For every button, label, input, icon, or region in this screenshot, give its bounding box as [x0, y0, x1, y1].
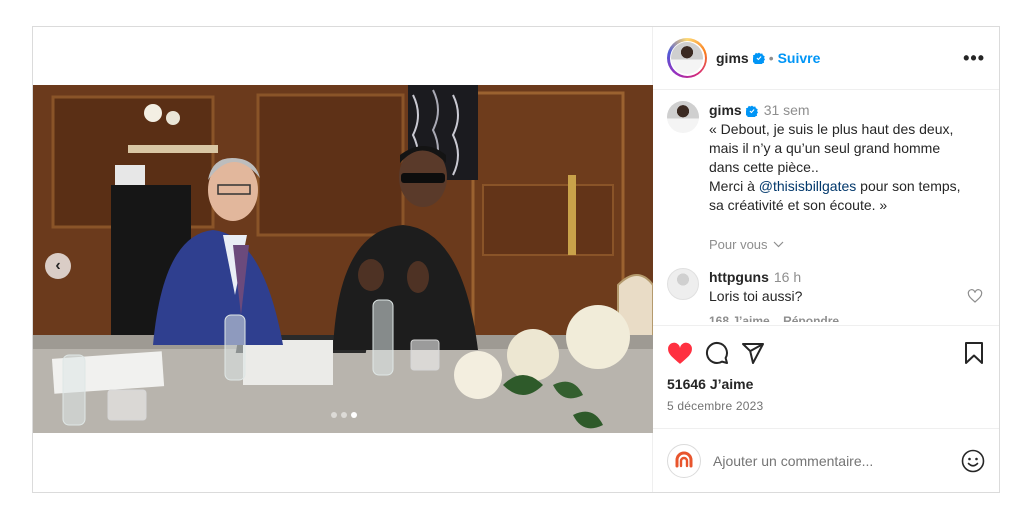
carousel-dot: [341, 412, 347, 418]
carousel-dots: [331, 412, 357, 418]
comment-reply-button[interactable]: Répondre: [783, 314, 839, 322]
separator-dot: •: [768, 50, 774, 66]
caption-text-line: Merci à @thisisbillgates pour son temps,: [709, 177, 961, 196]
caption-text-line: « Debout, je suis le plus haut des deux,: [709, 121, 954, 137]
post-card: ‹ gims • Suivre ••• gims 31 sem « Debout…: [32, 26, 1000, 493]
verified-badge-icon: [752, 52, 765, 64]
caption-suffix: pour son temps,: [860, 178, 961, 194]
heart-icon[interactable]: [667, 341, 693, 365]
caption-prefix: Merci à: [709, 178, 759, 194]
caption-username[interactable]: gims: [709, 101, 742, 120]
caption: gims 31 sem « Debout, je suis le plus ha…: [667, 101, 985, 215]
author-username[interactable]: gims: [716, 50, 749, 66]
comment-meta: 168 J’aime Répondre: [709, 312, 849, 322]
follow-button[interactable]: Suivre: [778, 50, 821, 66]
mention-link[interactable]: @thisisbillgates: [759, 178, 856, 194]
chevron-down-icon: [773, 241, 783, 248]
user-logo-icon: [672, 448, 696, 473]
carousel-dot-active: [351, 412, 357, 418]
post-media: ‹: [33, 27, 653, 492]
caption-text-line: dans cette pièce..: [709, 159, 819, 175]
add-comment-bar: [653, 428, 999, 492]
caption-avatar[interactable]: [667, 101, 699, 133]
post-side-panel: gims • Suivre ••• gims 31 sem « Debout, …: [653, 27, 999, 492]
caption-time[interactable]: 31 sem: [764, 101, 810, 120]
caption-text-line: sa créativité et son écoute. »: [709, 197, 888, 213]
post-date[interactable]: 5 décembre 2023: [667, 399, 985, 413]
comment-likes[interactable]: 168 J’aime: [709, 314, 770, 322]
post-photo[interactable]: [33, 85, 653, 433]
see-translation-label: Pour vous: [709, 237, 768, 252]
add-comment-input[interactable]: [713, 452, 961, 469]
chevron-left-icon: ‹: [55, 257, 61, 274]
bookmark-icon[interactable]: [963, 341, 985, 365]
post-actions: 51646 J’aime 5 décembre 2023: [653, 325, 999, 428]
more-options-icon[interactable]: •••: [963, 48, 985, 69]
comment-text: Loris toi aussi?: [709, 288, 803, 304]
caption-text-line: mais il n’y a qu’un seul grand homme: [709, 140, 941, 156]
comment-item: httpguns 16 h Loris toi aussi? 168 J’aim…: [667, 268, 985, 322]
carousel-dot: [331, 412, 337, 418]
verified-badge-icon: [745, 105, 758, 117]
comment-username[interactable]: httpguns: [709, 268, 769, 287]
paper-plane-icon[interactable]: [741, 341, 765, 365]
comments-section: gims 31 sem « Debout, je suis le plus ha…: [653, 90, 999, 325]
comment-time[interactable]: 16 h: [774, 268, 801, 287]
carousel-prev-button[interactable]: ‹: [45, 253, 71, 279]
smiley-icon[interactable]: [961, 449, 985, 473]
see-translation-button[interactable]: Pour vous: [709, 237, 985, 252]
current-user-avatar[interactable]: [667, 443, 701, 478]
comment-avatar[interactable]: [667, 268, 699, 300]
comment-icon[interactable]: [705, 341, 729, 365]
likes-count[interactable]: 51646 J’aime: [667, 376, 985, 392]
photo-illustration: [33, 85, 653, 433]
author-avatar: [671, 42, 703, 74]
author-avatar-ring[interactable]: [667, 38, 707, 78]
post-header: gims • Suivre •••: [653, 27, 999, 90]
comment-like-icon[interactable]: [967, 288, 983, 304]
